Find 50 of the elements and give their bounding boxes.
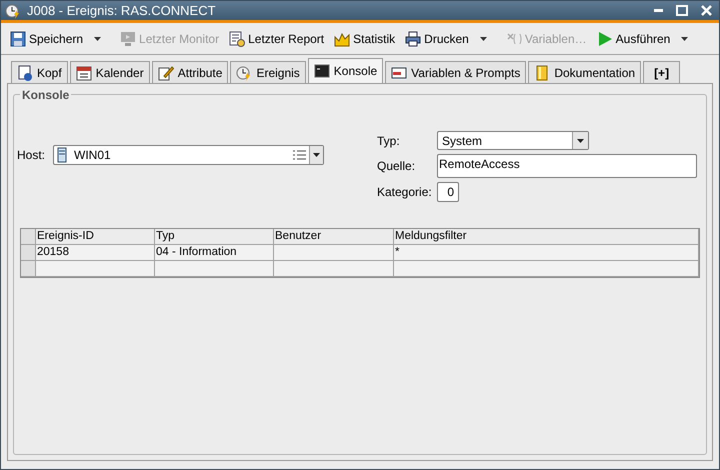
book-icon xyxy=(534,64,550,80)
tab[interactable]: Konsole xyxy=(308,58,384,83)
host-combobox[interactable]: WIN01 xyxy=(53,145,324,165)
toolbar-button[interactable]: Statistik xyxy=(331,28,398,50)
caret-icon xyxy=(312,151,322,159)
caret-icon xyxy=(680,34,690,42)
maximize-icon xyxy=(676,5,688,16)
save-icon xyxy=(10,30,26,46)
toolbar-button[interactable]: Speichern xyxy=(7,28,86,50)
clock-icon xyxy=(5,2,21,18)
combobox-value: WIN01 xyxy=(74,147,112,164)
tab[interactable]: Dokumentation xyxy=(528,61,642,83)
minimize-icon xyxy=(654,9,662,12)
type-combobox[interactable]: System xyxy=(437,131,589,150)
tab[interactable]: Attribute xyxy=(152,61,228,83)
tab[interactable]: Kalender xyxy=(70,61,150,83)
caret-icon xyxy=(93,34,102,42)
table-cell: 20158 xyxy=(36,245,155,261)
field-label: Host: xyxy=(17,147,46,164)
field-label: Kategorie: xyxy=(377,184,433,201)
combobox-value: System xyxy=(441,132,484,150)
clock-icon xyxy=(236,64,252,80)
field-label: Quelle: xyxy=(377,158,416,175)
list-icon xyxy=(292,148,308,162)
tab[interactable]: Kopf xyxy=(11,61,68,83)
toolbar-button[interactable]: Drucken xyxy=(402,28,472,50)
caret-icon xyxy=(478,34,488,42)
input-field[interactable]: 0 xyxy=(437,182,459,202)
window-title: J008 - Ereignis: RAS.CONNECT xyxy=(27,2,217,20)
play-icon xyxy=(596,30,613,46)
pencil-icon xyxy=(158,64,174,80)
caret-icon xyxy=(576,136,585,144)
calendar-icon xyxy=(76,64,92,80)
report-icon xyxy=(229,30,246,46)
maximize-button[interactable] xyxy=(673,2,691,18)
terminal-icon xyxy=(314,63,330,79)
field-label: Typ: xyxy=(377,132,401,150)
input-field[interactable]: RemoteAccess xyxy=(437,154,697,178)
tab[interactable]: Variablen & Prompts xyxy=(385,61,526,83)
table-cell: 04 - Information xyxy=(155,245,274,261)
printer-icon xyxy=(405,30,422,46)
tab[interactable]: Ereignis xyxy=(230,61,306,83)
toolbar-button[interactable]: Letzter Report xyxy=(226,28,328,50)
table-cell: * xyxy=(394,245,699,261)
variables-icon xyxy=(506,30,522,46)
monitor-icon xyxy=(120,30,136,46)
tab[interactable]: [+] xyxy=(643,61,680,83)
toolbar-button[interactable]: Ausführen xyxy=(594,28,674,50)
close-icon xyxy=(700,5,712,16)
variables-icon xyxy=(391,64,408,80)
